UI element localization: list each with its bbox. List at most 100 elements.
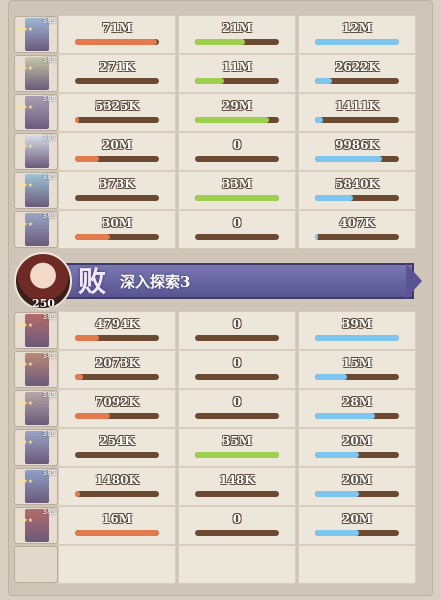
hero-portrait[interactable]: ★★★ 385 xyxy=(14,16,58,53)
damage-taken-cell: 20M xyxy=(298,506,416,545)
stat-bar xyxy=(315,195,399,201)
stat-bar xyxy=(315,491,399,497)
stat-value: 11M xyxy=(222,60,252,74)
star-icon: ★★★ xyxy=(17,26,34,33)
healing-cell: 21M xyxy=(178,15,296,54)
healing-cell: 0 xyxy=(178,350,296,389)
damage-dealt-cell: 20M xyxy=(58,132,176,171)
damage-taken-cell: 39M xyxy=(298,311,416,350)
stat-value: 16M xyxy=(102,512,132,526)
star-icon: ★★★ xyxy=(17,400,34,407)
hero-portrait[interactable]: ★★★ 385 xyxy=(14,172,58,209)
stat-bar-fill xyxy=(75,39,158,45)
stat-bar-fill xyxy=(75,491,81,497)
stat-bar xyxy=(315,234,399,240)
hero-stat-row: ★★★ 385 373K 33M 5840K xyxy=(14,171,420,210)
stat-value: 21M xyxy=(222,21,252,35)
hero-portrait[interactable]: ★★★ 385 xyxy=(14,507,58,544)
banner-arrow-icon xyxy=(406,263,422,299)
damage-dealt-cell: 16M xyxy=(58,506,176,545)
stat-value: 35M xyxy=(222,434,252,448)
hero-portrait[interactable]: ★★★ 385 xyxy=(14,390,58,427)
stat-value: 148K xyxy=(219,473,255,487)
stat-bar xyxy=(75,335,159,341)
stat-value: 271K xyxy=(99,60,135,74)
stat-bar-fill xyxy=(195,195,279,201)
hero-portrait[interactable]: ★★★ 385 xyxy=(14,351,58,388)
stat-value: 2622K xyxy=(335,60,379,74)
empty-row xyxy=(14,545,420,584)
stat-bar xyxy=(75,491,159,497)
stat-bar xyxy=(195,117,279,123)
hero-portrait[interactable]: ★★★ 385 xyxy=(14,468,58,505)
hero-portrait[interactable]: ★★★ 385 xyxy=(14,211,58,248)
hero-level-badge: 385 xyxy=(42,95,56,103)
stat-value: 20M xyxy=(102,138,132,152)
damage-taken-cell: 28M xyxy=(298,389,416,428)
stat-value: 28M xyxy=(342,395,372,409)
stat-bar-fill xyxy=(75,530,159,536)
healing-cell: 0 xyxy=(178,311,296,350)
healing-cell: 0 xyxy=(178,132,296,171)
hero-portrait[interactable]: ★★★ 385 xyxy=(14,312,58,349)
hero-stat-row: ★★★ 385 20M 0 9986K xyxy=(14,132,420,171)
stat-bar xyxy=(315,413,399,419)
hero-level-badge: 385 xyxy=(42,469,56,477)
stat-value: 12M xyxy=(342,21,372,35)
star-icon: ★★★ xyxy=(17,361,34,368)
damage-dealt-cell: 5325K xyxy=(58,93,176,132)
hero-portrait[interactable]: ★★★ 385 xyxy=(14,94,58,131)
hero-stat-row: ★★★ 385 30M 0 407K xyxy=(14,210,420,249)
damage-taken-cell: 1411K xyxy=(298,93,416,132)
stat-value: 0 xyxy=(232,512,242,526)
defeat-label: 败 xyxy=(78,265,107,298)
stat-bar xyxy=(315,452,399,458)
damage-taken-cell: 5840K xyxy=(298,171,416,210)
stat-bar xyxy=(315,39,399,45)
hero-stat-row: ★★★ 385 5325K 29M 1411K xyxy=(14,93,420,132)
damage-taken-cell: 15M xyxy=(298,350,416,389)
stat-value: 20M xyxy=(342,473,372,487)
stat-value: 30M xyxy=(102,216,132,230)
stat-bar xyxy=(195,39,279,45)
stat-bar xyxy=(195,195,279,201)
healing-cell: 33M xyxy=(178,171,296,210)
hero-stat-row: ★★★ 385 254K 35M 20M xyxy=(14,428,420,467)
stat-bar-fill xyxy=(315,39,399,45)
stat-bar xyxy=(195,156,279,162)
hero-portrait[interactable]: ★★★ 385 xyxy=(14,133,58,170)
stat-bar-fill xyxy=(315,335,399,341)
stat-value: 1480K xyxy=(95,473,139,487)
stat-bar xyxy=(195,491,279,497)
stat-bar xyxy=(315,374,399,380)
enemy-level: 250 xyxy=(32,297,55,310)
damage-taken-cell: 20M xyxy=(298,467,416,506)
damage-dealt-cell: 1480K xyxy=(58,467,176,506)
stat-bar-fill xyxy=(315,78,332,84)
damage-dealt-cell: 4794K xyxy=(58,311,176,350)
damage-dealt-cell: 254K xyxy=(58,428,176,467)
healing-cell: 0 xyxy=(178,210,296,249)
healing-cell: 0 xyxy=(178,389,296,428)
stat-bar-fill xyxy=(315,413,376,419)
stat-value: 29M xyxy=(222,99,252,113)
hero-portrait[interactable]: ★★★ 385 xyxy=(14,55,58,92)
stat-value: 0 xyxy=(232,356,242,370)
star-icon: ★★★ xyxy=(17,322,34,329)
stat-bar xyxy=(315,78,399,84)
healing-cell: 0 xyxy=(178,506,296,545)
hero-stat-row: ★★★ 385 271K 11M 2622K xyxy=(14,54,420,93)
hero-portrait[interactable]: ★★★ 385 xyxy=(14,429,58,466)
stat-bar xyxy=(195,413,279,419)
hero-level-badge: 385 xyxy=(42,212,56,220)
stat-bar xyxy=(75,374,159,380)
stat-bar-fill xyxy=(75,117,80,123)
stat-value: 254K xyxy=(99,434,135,448)
star-icon: ★★★ xyxy=(17,104,34,111)
hero-level-badge: 385 xyxy=(42,173,56,181)
hero-level-badge: 385 xyxy=(42,391,56,399)
hero-stat-row: ★★★ 385 71M 21M 12M xyxy=(14,15,420,54)
stat-value: 39M xyxy=(342,317,372,331)
banner-ribbon xyxy=(54,263,414,299)
stat-value: 15M xyxy=(342,356,372,370)
